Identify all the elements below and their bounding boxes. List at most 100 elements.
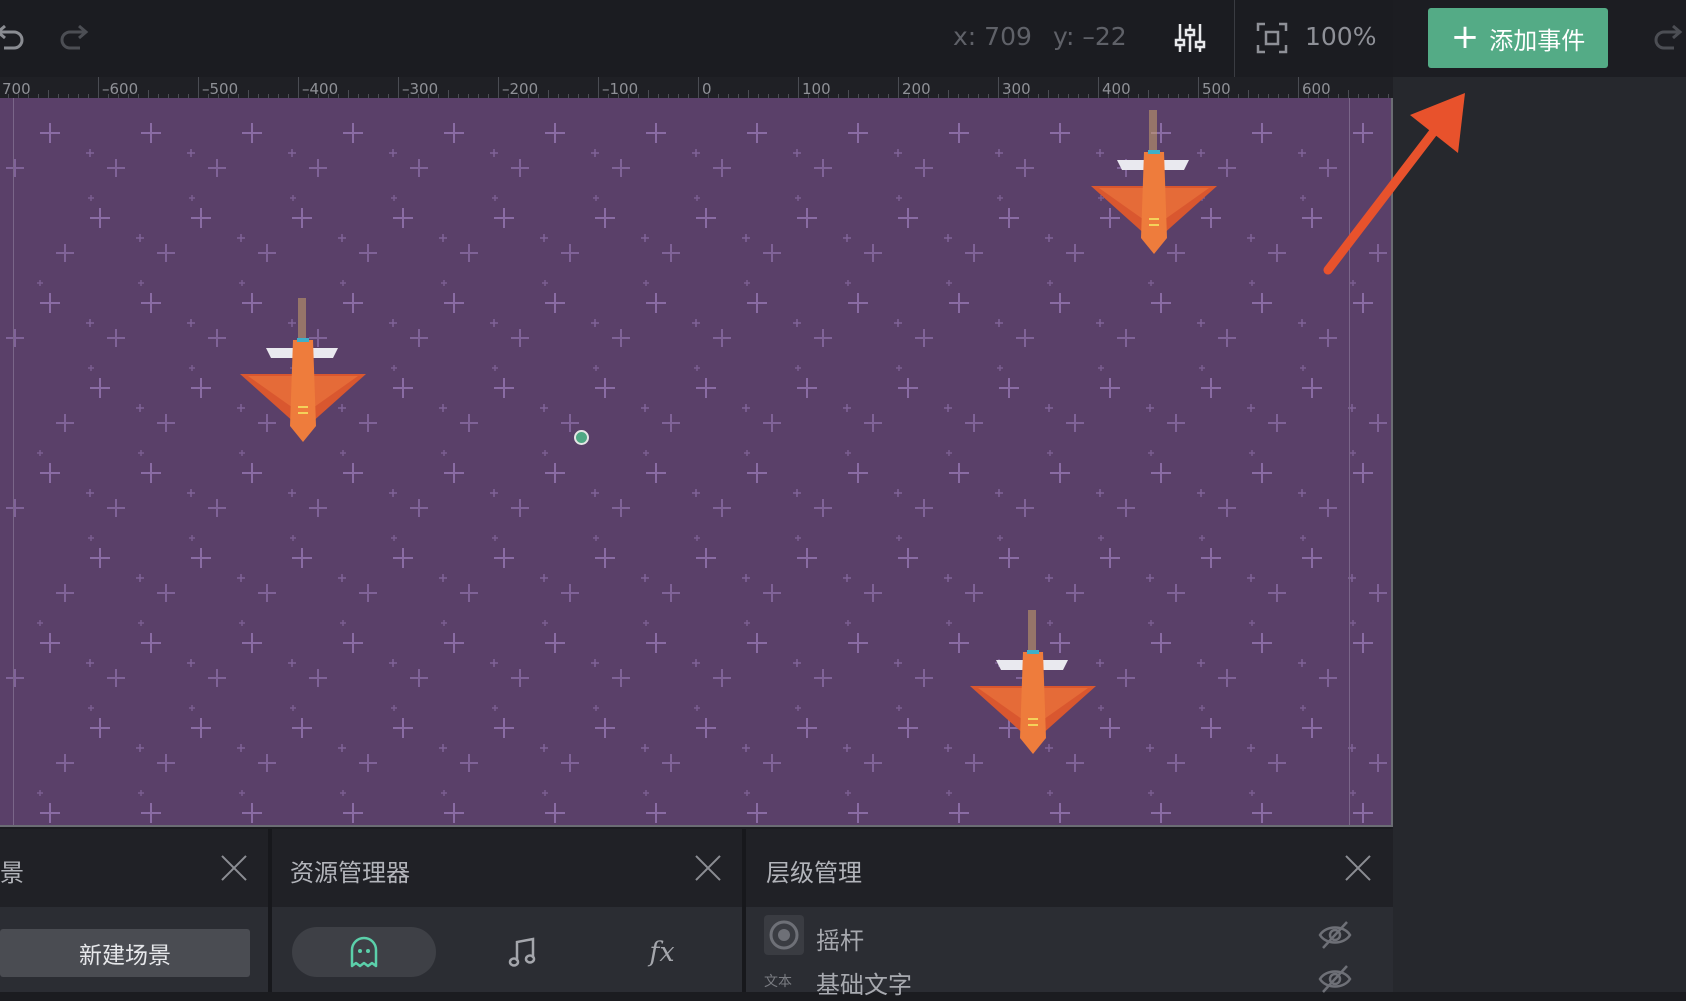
star-decoration <box>797 718 817 738</box>
star-decoration <box>258 584 276 602</box>
star-decoration <box>292 208 312 228</box>
star-decoration <box>490 659 498 667</box>
star-decoration <box>40 803 60 823</box>
redo-icon[interactable] <box>54 18 94 58</box>
star-decoration <box>1098 535 1104 541</box>
plane-sprite[interactable] <box>1089 110 1219 255</box>
star-decoration <box>107 669 125 687</box>
eye-off-icon[interactable] <box>1317 963 1353 995</box>
zoom-level[interactable]: 100% <box>1305 22 1376 51</box>
scene-canvas[interactable] <box>0 98 1393 827</box>
close-icon[interactable] <box>219 853 249 883</box>
star-decoration <box>1298 319 1306 327</box>
star-decoration <box>191 548 211 568</box>
ruler-minor-tick <box>648 90 649 98</box>
star-decoration <box>946 280 952 286</box>
star-decoration <box>646 123 666 143</box>
close-icon[interactable] <box>693 853 723 883</box>
star-decoration <box>915 669 933 687</box>
star-decoration <box>1369 754 1387 772</box>
star-decoration <box>744 620 750 626</box>
star-decoration <box>460 584 478 602</box>
star-decoration <box>389 659 397 667</box>
text-layer-icon: 文本 <box>764 959 804 999</box>
ruler-tick <box>98 77 99 98</box>
star-decoration <box>1148 280 1154 286</box>
fit-screen-icon[interactable] <box>1252 18 1292 58</box>
star-decoration <box>662 754 680 772</box>
star-decoration <box>747 803 767 823</box>
ruler-minor-tick <box>248 90 249 98</box>
star-decoration <box>138 280 144 286</box>
star-decoration <box>1302 718 1322 738</box>
star-decoration <box>40 293 60 313</box>
star-decoration <box>292 718 312 738</box>
star-decoration <box>949 803 969 823</box>
star-decoration <box>239 280 245 286</box>
star-decoration <box>1268 754 1286 772</box>
star-decoration <box>795 195 801 201</box>
star-decoration <box>612 499 630 517</box>
star-decoration <box>848 803 868 823</box>
resource-panel-title: 资源管理器 <box>290 859 410 887</box>
star-decoration <box>763 414 781 432</box>
star-decoration <box>545 803 565 823</box>
star-decoration <box>88 705 94 711</box>
star-decoration <box>494 208 514 228</box>
ruler-tick <box>298 77 299 98</box>
add-event-button[interactable]: + 添加事件 <box>1428 8 1608 68</box>
star-decoration <box>1350 790 1356 796</box>
star-decoration <box>763 244 781 262</box>
star-decoration <box>1146 404 1154 412</box>
layer-item-joystick[interactable]: 摇杆 <box>746 913 1393 957</box>
redo-icon[interactable] <box>1648 18 1686 62</box>
tab-effects[interactable]: fx <box>622 927 702 977</box>
plane-sprite[interactable] <box>238 298 368 443</box>
tab-audio[interactable] <box>482 927 562 977</box>
star-decoration <box>646 803 666 823</box>
layer-item-basic-text[interactable]: 文本 基础文字 <box>746 957 1393 1001</box>
star-decoration <box>894 149 902 157</box>
cursor-y-readout: y: –22 <box>1053 22 1127 51</box>
ruler-tick <box>498 77 499 98</box>
tab-sprites[interactable] <box>292 927 436 977</box>
star-decoration <box>1148 620 1154 626</box>
star-decoration <box>692 659 700 667</box>
star-decoration <box>641 744 649 752</box>
star-decoration <box>1252 293 1272 313</box>
star-decoration <box>814 159 832 177</box>
star-decoration <box>88 535 94 541</box>
star-decoration <box>1098 705 1104 711</box>
plane-sprite[interactable] <box>968 610 1098 755</box>
star-decoration <box>1268 414 1286 432</box>
star-decoration <box>997 195 1003 201</box>
star-decoration <box>744 450 750 456</box>
star-decoration <box>138 450 144 456</box>
star-decoration <box>591 319 599 327</box>
undo-icon[interactable] <box>0 18 30 58</box>
star-decoration <box>1247 744 1255 752</box>
star-decoration <box>1252 123 1272 143</box>
star-decoration <box>1167 584 1185 602</box>
star-decoration <box>460 414 478 432</box>
ruler-minor-tick <box>548 90 549 98</box>
eye-off-icon[interactable] <box>1317 919 1353 951</box>
ruler-tick <box>598 77 599 98</box>
new-scene-button[interactable]: 新建场景 <box>0 929 250 977</box>
star-decoration <box>393 378 413 398</box>
sliders-icon[interactable] <box>1170 18 1210 58</box>
star-decoration <box>965 244 983 262</box>
star-decoration <box>896 365 902 371</box>
star-decoration <box>793 659 801 667</box>
star-decoration <box>141 123 161 143</box>
star-decoration <box>288 489 296 497</box>
star-decoration <box>444 803 464 823</box>
star-decoration <box>545 123 565 143</box>
origin-point[interactable] <box>574 430 589 445</box>
star-decoration <box>338 574 346 582</box>
star-decoration <box>747 463 767 483</box>
close-icon[interactable] <box>1343 853 1373 883</box>
star-decoration <box>439 234 447 242</box>
star-decoration <box>258 244 276 262</box>
star-decoration <box>1016 329 1034 347</box>
